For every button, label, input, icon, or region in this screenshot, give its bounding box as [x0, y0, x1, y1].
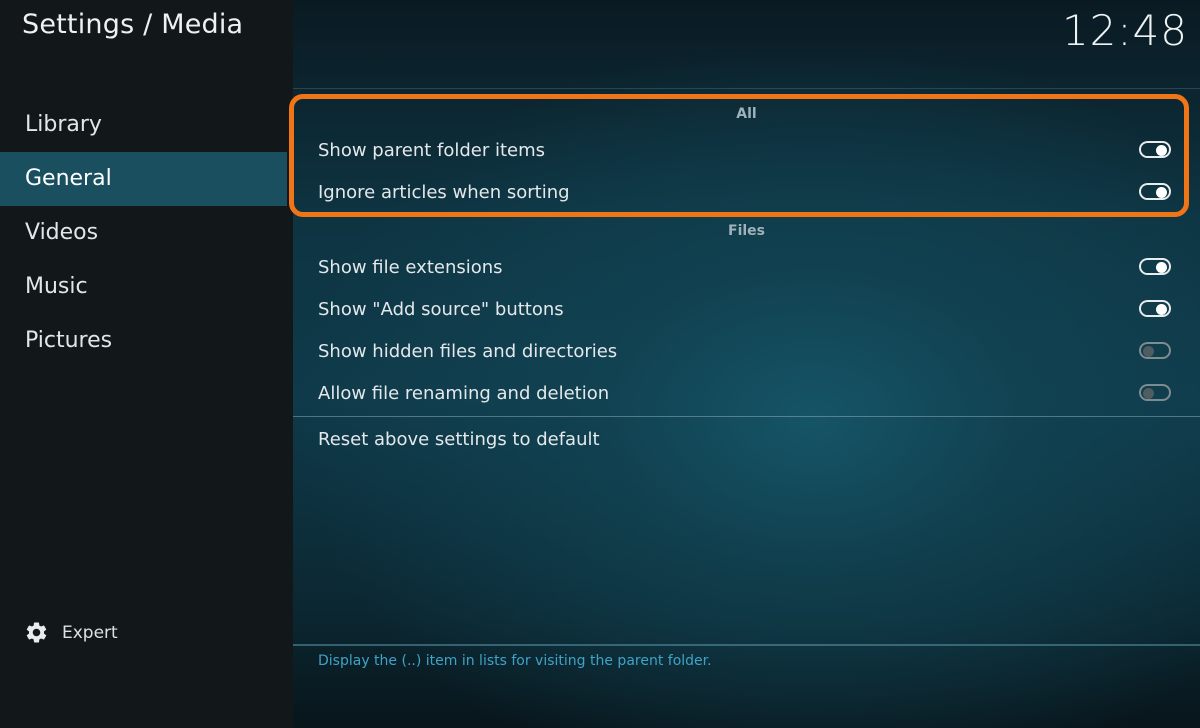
toggle-switch[interactable] [1139, 384, 1171, 401]
toggle-switch[interactable] [1139, 342, 1171, 359]
page-title: Settings / Media [22, 9, 244, 40]
expert-label: Expert [62, 622, 118, 643]
setting-label: Show "Add source" buttons [318, 299, 564, 320]
section-header-files: Files [728, 223, 765, 239]
clock: 12:48 [1061, 6, 1188, 55]
setting-row-show-file-extensions[interactable]: Show file extensions [293, 247, 1200, 289]
settings-panel: 12:48 All Show parent folder items Ignor… [289, 0, 1200, 728]
help-text: Display the (..) item in lists for visit… [318, 653, 712, 669]
toggle-knob [1156, 187, 1167, 198]
sidebar-item-music[interactable]: Music [0, 260, 287, 314]
gear-icon [26, 622, 47, 643]
sidebar-item-videos[interactable]: Videos [0, 206, 287, 260]
toggle-switch[interactable] [1139, 300, 1171, 317]
reset-defaults-button[interactable]: Reset above settings to default [293, 419, 1200, 461]
setting-label: Show file extensions [318, 257, 503, 278]
toggle-knob [1156, 304, 1167, 315]
toggle-switch[interactable] [1139, 141, 1171, 158]
toggle-knob [1156, 145, 1167, 156]
divider [293, 644, 1200, 646]
section-header-all: All [736, 106, 757, 122]
toggle-knob [1143, 346, 1154, 357]
setting-label: Show parent folder items [318, 140, 546, 161]
divider [293, 88, 1200, 89]
toggle-switch[interactable] [1139, 183, 1171, 200]
setting-row-ignore-articles[interactable]: Ignore articles when sorting [293, 172, 1200, 214]
sidebar-item-pictures[interactable]: Pictures [0, 314, 287, 368]
sidebar-nav: Library General Videos Music Pictures [0, 98, 287, 368]
toggle-knob [1156, 262, 1167, 273]
expert-level-button[interactable]: Expert [24, 620, 118, 645]
reset-defaults-label: Reset above settings to default [318, 429, 600, 450]
setting-row-show-add-source-buttons[interactable]: Show "Add source" buttons [293, 289, 1200, 331]
setting-label: Ignore articles when sorting [318, 182, 570, 203]
toggle-knob [1143, 388, 1154, 399]
setting-row-allow-file-renaming[interactable]: Allow file renaming and deletion [293, 373, 1200, 415]
toggle-switch[interactable] [1139, 258, 1171, 275]
sidebar: Settings / Media Library General Videos … [0, 0, 293, 728]
sidebar-item-general[interactable]: General [0, 152, 287, 206]
setting-row-show-hidden-files[interactable]: Show hidden files and directories [293, 331, 1200, 373]
sidebar-item-library[interactable]: Library [0, 98, 287, 152]
setting-label: Allow file renaming and deletion [318, 383, 610, 404]
setting-label: Show hidden files and directories [318, 341, 618, 362]
divider [293, 416, 1200, 417]
setting-row-show-parent-folder-items[interactable]: Show parent folder items [293, 130, 1200, 172]
settings-window: Settings / Media Library General Videos … [0, 0, 1200, 728]
